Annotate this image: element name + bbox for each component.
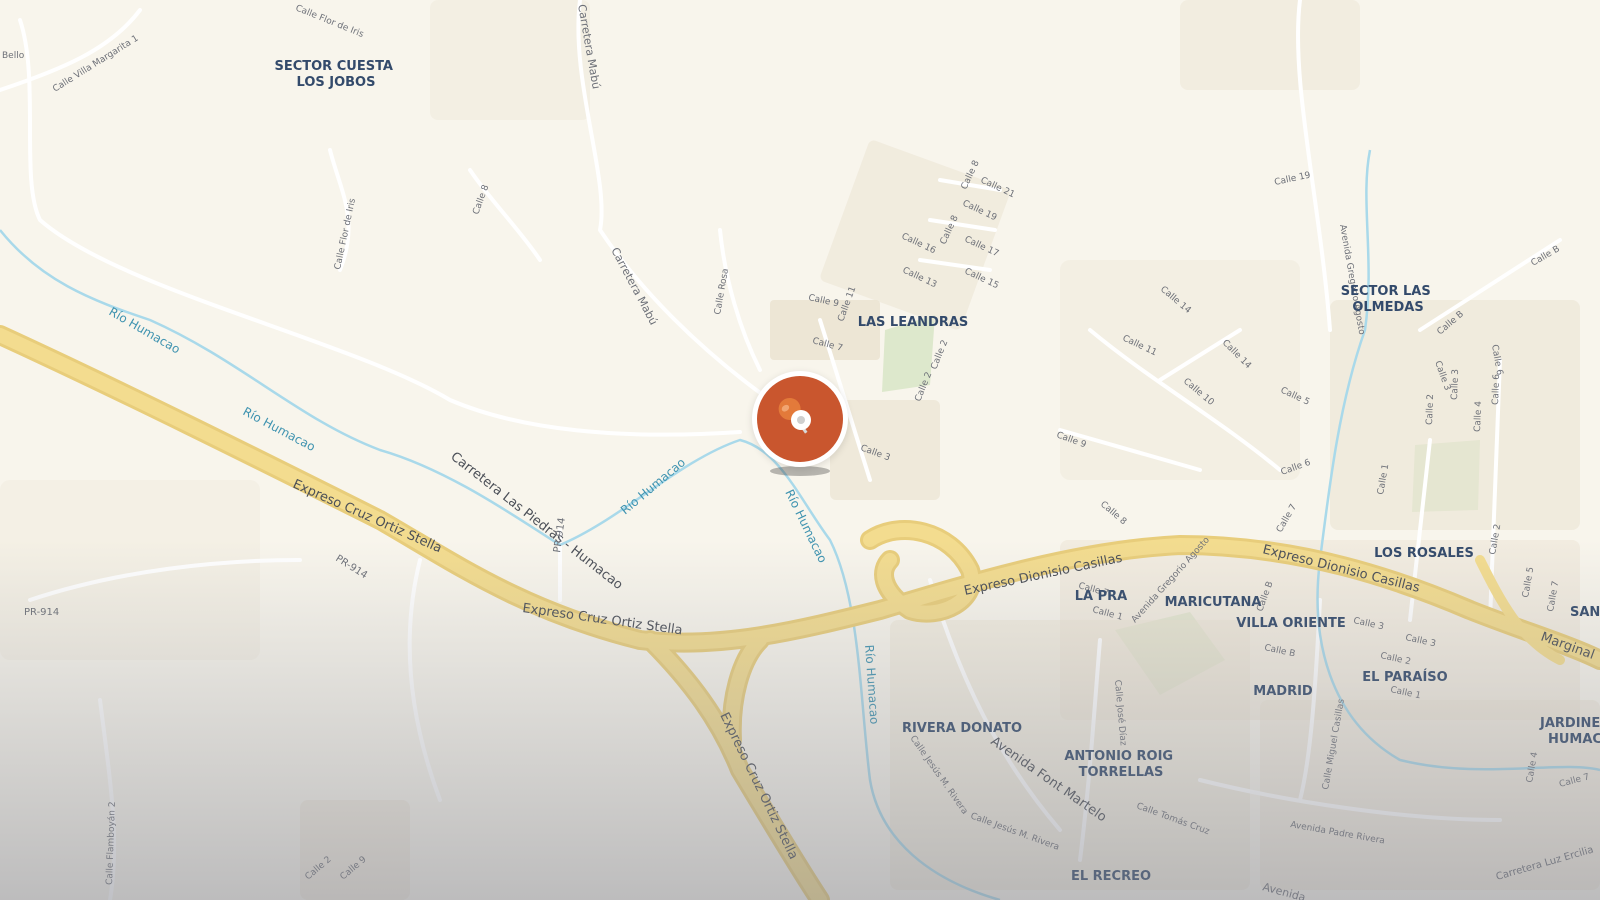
label-calle-4-olmedas: Calle 4 xyxy=(1473,401,1484,433)
label-calle-flor-de-iris-north: Calle Flor de Iris xyxy=(294,4,365,41)
label-calle-rosa: Calle Rosa xyxy=(713,268,731,316)
label-calle-7-east: Calle 7 xyxy=(1275,503,1299,535)
place-san: SAN xyxy=(1570,605,1600,620)
label-calle-8-north: Calle 8 xyxy=(471,183,491,216)
place-el-paraiso: EL PARAÍSO xyxy=(1362,669,1447,685)
label-carretera-mabu: Carretera Mabú xyxy=(608,245,660,327)
label-rio-humacao-3: Río Humacao xyxy=(618,455,688,517)
label-expreso-cruz-ortiz-stella-west: Expreso Cruz Ortiz Stella xyxy=(290,477,444,556)
label-bello: Bello xyxy=(2,51,25,61)
label-calle-2-olmedas: Calle 2 xyxy=(1425,394,1436,425)
label-rio-humacao-5: Río Humacao xyxy=(862,644,882,725)
place-jardines-humacao: JARDINES HUMACA xyxy=(1539,716,1600,747)
label-calle-flamboyan: Calle Flamboyán 2 xyxy=(105,801,118,885)
place-antonio-roig-torrellas: ANTONIO ROIG TORRELLAS xyxy=(1064,749,1177,780)
place-las-leandras: LAS LEANDRAS xyxy=(858,315,969,330)
map-pin-icon xyxy=(778,397,811,434)
label-calle-8-east: Calle 8 xyxy=(1098,500,1128,528)
marker-shadow xyxy=(770,466,830,476)
place-sector-cuesta-los-jobos: SECTOR CUESTA LOS JOBOS xyxy=(274,59,397,90)
place-sector-las-olmedas: SECTOR LAS OLMEDAS xyxy=(1341,284,1435,315)
place-los-rosales: LOS ROSALES xyxy=(1374,546,1474,561)
location-marker[interactable] xyxy=(752,371,848,476)
label-rio-humacao-4: Río Humacao xyxy=(782,487,830,565)
place-madrid: MADRID xyxy=(1253,684,1313,699)
label-calle-6-olmedas-b: Calle 6 xyxy=(1491,374,1502,406)
place-el-recreo: EL RECREO xyxy=(1071,869,1151,884)
label-calle-3-olmedas-b: Calle 3 xyxy=(1450,369,1461,400)
place-la-pra: LA PRA xyxy=(1075,589,1127,604)
place-villa-oriente: VILLA ORIENTE xyxy=(1236,616,1345,631)
place-maricutana: MARICUTANA xyxy=(1165,595,1262,610)
label-pr-914-west: PR-914 xyxy=(24,607,59,618)
label-calle-19-east: Calle 19 xyxy=(1274,170,1312,187)
label-expreso-cruz-ortiz-stella-south: Expreso Cruz Ortiz Stella xyxy=(716,710,800,862)
marker-disc xyxy=(757,376,843,462)
label-pr-914-center: PR-914 xyxy=(333,553,369,581)
place-rivera-donato: RIVERA DONATO xyxy=(902,721,1022,736)
